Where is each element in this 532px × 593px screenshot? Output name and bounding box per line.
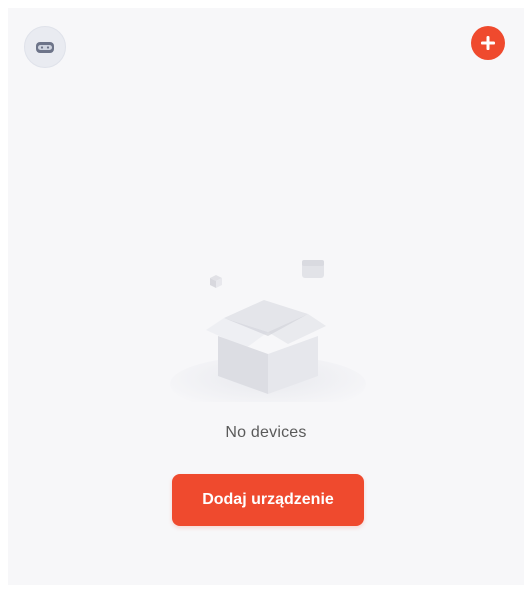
empty-box-icon [170,260,366,402]
empty-state-message: No devices [225,424,307,441]
add-device-icon-button[interactable] [471,26,505,60]
add-device-button[interactable]: Dodaj urządzenie [172,474,364,526]
profile-button[interactable] [24,26,66,68]
app-screen: No devices Dodaj urządzenie [0,0,532,593]
plus-icon [481,36,495,50]
robot-face-icon [36,42,54,53]
